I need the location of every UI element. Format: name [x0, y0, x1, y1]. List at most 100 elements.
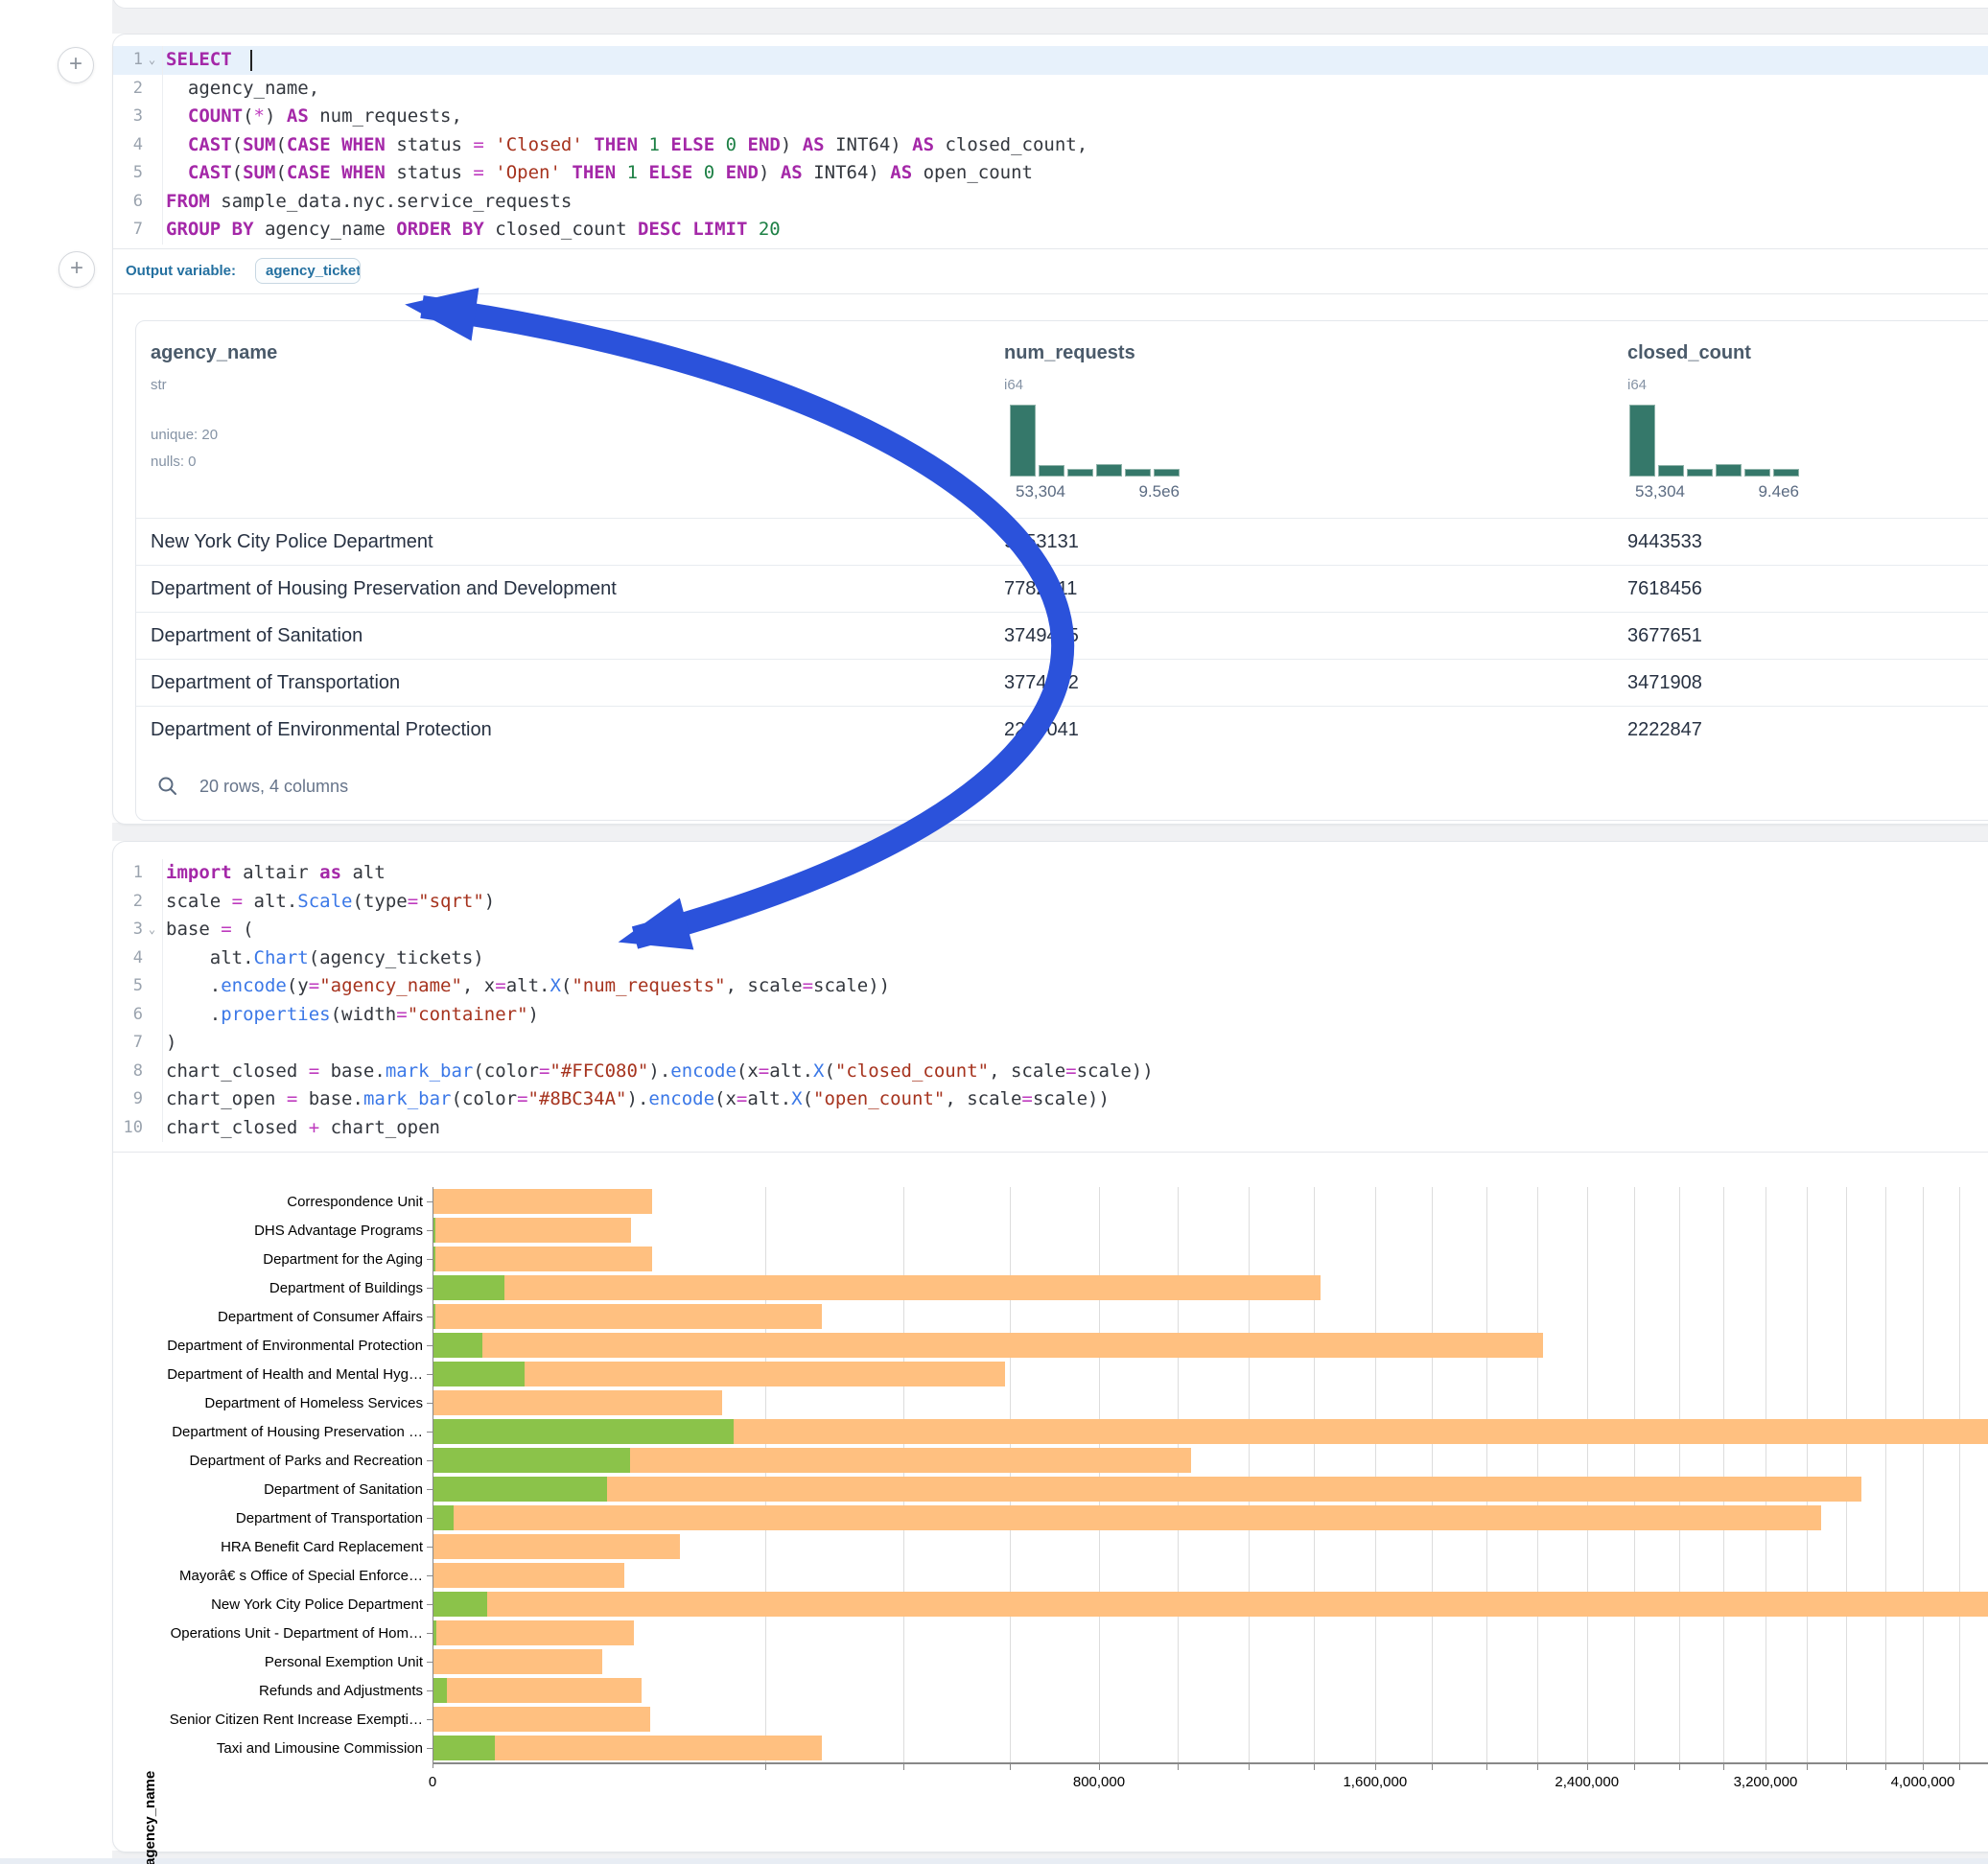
code-text: COUNT(*) AS num_requests, — [163, 103, 462, 131]
line-number: 2 — [113, 888, 143, 917]
category-label: HRA Benefit Card Replacement — [126, 1540, 423, 1554]
code-text: CAST(SUM(CASE WHEN status = 'Open' THEN … — [163, 159, 1033, 188]
token — [166, 134, 188, 155]
token: AS — [803, 134, 825, 155]
table-row[interactable]: Department of Environmental Protection22… — [136, 706, 1988, 754]
token: ELSE — [670, 134, 714, 155]
table-row[interactable]: New York City Police Department945313194… — [136, 518, 1988, 566]
python-editor[interactable]: 1import altair as alt2scale = alt.Scale(… — [113, 859, 1988, 1142]
bar-open — [433, 1736, 495, 1760]
x-tick-label: 0 — [429, 1774, 436, 1790]
token: X — [791, 1088, 802, 1109]
token: "agency_name" — [319, 975, 462, 996]
code-line: 3⌄base = ( — [113, 916, 1988, 944]
token — [660, 134, 670, 155]
token: WHEN — [341, 162, 386, 183]
python-cell: 1import altair as alt2scale = alt.Scale(… — [112, 841, 1988, 1852]
sql-editor[interactable]: 1⌄SELECT 2 agency_name,3 COUNT(*) AS num… — [113, 46, 1988, 245]
token: chart_open — [319, 1117, 440, 1138]
token — [484, 162, 495, 183]
token: "#FFC080" — [550, 1060, 648, 1082]
table-cell: New York City Police Department — [151, 519, 433, 566]
table-cell: 7782211 — [1004, 566, 1077, 613]
code-line: 7GROUP BY agency_name ORDER BY closed_co… — [113, 216, 1988, 245]
gutter: 2 — [113, 75, 163, 104]
x-tick — [1375, 1764, 1376, 1770]
table-row[interactable]: Department of Sanitation37494853677651 — [136, 612, 1988, 660]
bar-open — [433, 1678, 447, 1703]
histogram — [1629, 405, 1802, 477]
category-label: Department of Consumer Affairs — [126, 1310, 423, 1324]
notebook-page: + + 1⌄SELECT 2 agency_name,3 COUNT(*) AS… — [0, 0, 1988, 1864]
token: closed_count — [484, 219, 638, 240]
add-cell-button-1[interactable]: + — [58, 47, 94, 83]
search-icon[interactable] — [157, 776, 178, 797]
gutter: 5 — [113, 972, 163, 1001]
token: BY — [232, 219, 254, 240]
token — [331, 134, 341, 155]
table-cell: 3471908 — [1627, 660, 1702, 707]
table-cell: 2240041 — [1004, 707, 1079, 754]
token: Scale — [297, 891, 352, 912]
bar-closed — [433, 1390, 722, 1415]
divider — [113, 293, 1988, 294]
histogram-bar — [1658, 465, 1684, 477]
output-variable-chip[interactable]: agency_tickets — [255, 258, 361, 284]
category-label: New York City Police Department — [126, 1597, 423, 1612]
previous-cell-edge — [112, 0, 1988, 9]
column-header[interactable]: num_requests — [1004, 342, 1135, 364]
token: encode — [670, 1060, 737, 1082]
x-tick-label: 800,000 — [1073, 1774, 1125, 1790]
token: . — [166, 975, 221, 996]
token: (x — [737, 1060, 759, 1082]
column-type: str — [151, 377, 167, 393]
bar-open — [433, 1333, 482, 1358]
line-number: 2 — [113, 75, 143, 104]
column-header[interactable]: closed_count — [1627, 342, 1751, 364]
gridline — [1846, 1187, 1847, 1762]
code-text: .properties(width="container") — [163, 1001, 539, 1030]
column-header[interactable]: agency_name — [151, 342, 277, 364]
token — [331, 162, 341, 183]
token: = — [396, 1004, 407, 1025]
token: scale)) — [1033, 1088, 1110, 1109]
token: = — [287, 1088, 297, 1109]
x-tick — [1723, 1764, 1724, 1770]
fold-chevron-icon[interactable]: ⌄ — [143, 46, 161, 75]
token: THEN — [572, 162, 616, 183]
x-tick — [1846, 1764, 1847, 1770]
bar-closed — [433, 1247, 652, 1271]
token: DESC — [638, 219, 682, 240]
category-label: Personal Exemption Unit — [126, 1655, 423, 1669]
line-number: 4 — [113, 944, 143, 973]
token: "closed_count" — [835, 1060, 989, 1082]
gutter: 6 — [113, 188, 163, 217]
add-cell-button-2[interactable]: + — [58, 251, 95, 288]
x-tick-label: 2,400,000 — [1555, 1774, 1619, 1790]
token: = — [539, 1060, 550, 1082]
line-number: 1 — [113, 859, 143, 888]
line-number: 4 — [113, 131, 143, 160]
token: ORDER — [396, 219, 451, 240]
category-label: Taxi and Limousine Commission — [126, 1741, 423, 1756]
category-label: Correspondence Unit — [126, 1195, 423, 1209]
gutter: 2 — [113, 888, 163, 917]
table-cell: 3677651 — [1627, 613, 1702, 660]
line-number: 5 — [113, 972, 143, 1001]
x-tick — [1432, 1764, 1433, 1770]
bar-open — [433, 1505, 454, 1530]
output-variable-row: Output variable: agency_tickets — [113, 248, 1988, 293]
x-tick — [1634, 1764, 1635, 1770]
token: CAST — [188, 162, 232, 183]
bar-closed — [433, 1678, 642, 1703]
token: ( — [232, 919, 254, 940]
x-tick-label: 1,600,000 — [1343, 1774, 1407, 1790]
bar-closed — [433, 1707, 650, 1732]
bar-closed — [433, 1275, 1321, 1300]
table-row[interactable]: Department of Housing Preservation and D… — [136, 565, 1988, 613]
table-row[interactable]: Department of Transportation377489234719… — [136, 659, 1988, 707]
token: 'Closed' — [495, 134, 583, 155]
x-tick — [1923, 1764, 1924, 1770]
fold-chevron-icon[interactable]: ⌄ — [143, 916, 161, 944]
token: ). — [648, 1060, 670, 1082]
